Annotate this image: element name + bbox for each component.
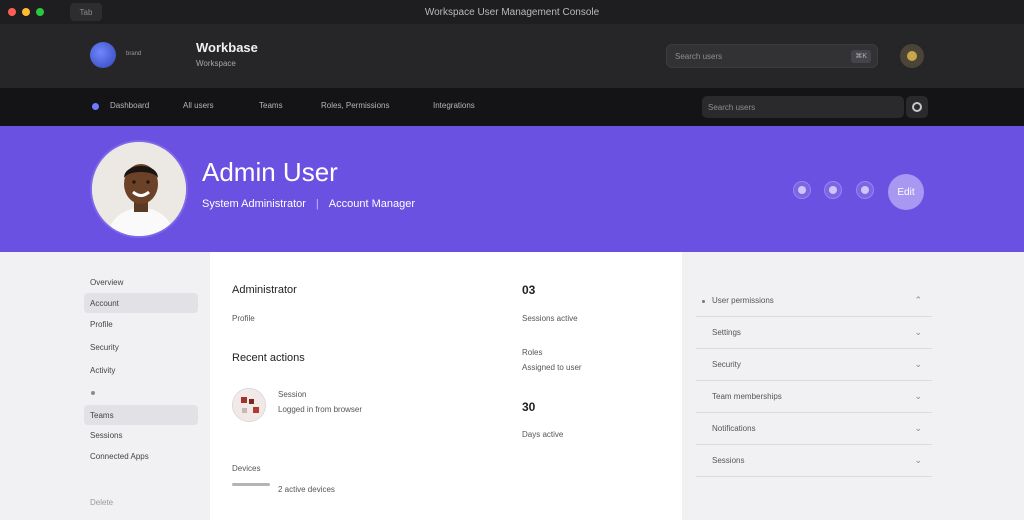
devices-indicator [232,483,270,486]
accordion-row-sessions[interactable]: Sessions ⌄ [696,445,932,477]
activity-thumbnail-icon [234,390,265,421]
details-accordion: User permissions ⌃ Settings ⌄ Security ⌄… [682,252,1024,520]
recent-item-title: Session [278,390,307,399]
sidebar-item-sessions[interactable]: Sessions [84,425,198,445]
sidebar-item-teams[interactable]: Teams [84,405,198,425]
stat-sessions-label: Sessions active [522,314,578,323]
recent-actions-title: Recent actions [232,352,305,364]
stat-roles-sub: Assigned to user [522,363,582,372]
accordion-label: Sessions [712,456,745,465]
accordion-row-notifications[interactable]: Notifications ⌄ [696,413,932,445]
traffic-lights [8,8,44,16]
profile-status-icon[interactable] [793,181,811,199]
accordion-row-permissions[interactable]: User permissions ⌃ [696,285,932,317]
header-search-input[interactable]: Search users ⌘K [666,44,878,68]
main-navbar: Dashboard All users Teams Roles, Permiss… [0,88,1024,126]
devices-subtitle: 2 active devices [278,485,335,494]
app-logo-icon [90,42,116,68]
activity-thumbnail[interactable] [232,388,266,422]
window-titlebar: Tab Workspace User Management Console [0,0,1024,24]
stat-days-value: 30 [522,400,536,414]
nav-item-teams[interactable]: Teams [259,101,283,110]
role-separator: | [315,198,319,210]
maximize-window-button[interactable] [36,8,44,16]
person-portrait-icon [92,142,186,236]
accordion-row-settings[interactable]: Settings ⌄ [696,317,932,349]
profile-avatar[interactable] [90,140,188,238]
sidebar-item-account[interactable]: Account [84,293,198,313]
accordion-label: Notifications [712,424,756,433]
minimize-window-button[interactable] [22,8,30,16]
refresh-icon[interactable] [906,96,928,118]
app-header: brand Workbase Workspace Search users ⌘K [0,24,1024,88]
sidebar-toggle-button[interactable]: Tab [70,3,102,21]
profile-edit-button[interactable]: Edit [888,174,924,210]
stat-roles-label: Roles [522,348,543,357]
nav-home-icon[interactable] [92,103,99,110]
app-subtitle: Workspace [196,59,236,68]
accordion-label: Team memberships [712,392,782,401]
stat-sessions-value: 03 [522,283,536,297]
accordion-row-teams[interactable]: Team memberships ⌄ [696,381,932,413]
accordion-label: Security [712,360,741,369]
sidebar-item-connected-apps[interactable]: Connected Apps [84,446,198,466]
nav-item-dashboard[interactable]: Dashboard [110,101,149,110]
app-name[interactable]: Workbase [196,40,258,55]
profile-roles: System Administrator | Account Manager [202,198,415,210]
window-title: Workspace User Management Console [424,6,600,18]
profile-message-icon[interactable] [824,181,842,199]
nav-search-placeholder: Search users [708,102,756,112]
sidebar-item-overview[interactable]: Overview [84,272,198,292]
sidebar-bullet [91,391,95,395]
nav-item-roles[interactable]: Roles, Permissions [321,101,389,110]
accordion-label: User permissions [712,296,774,305]
chevron-down-icon: ⌄ [914,359,922,369]
accordion-row-security[interactable]: Security ⌄ [696,349,932,381]
chevron-up-icon: ⌃ [914,295,922,305]
sidebar-item-delete[interactable]: Delete [84,492,198,512]
profile-name: Admin User [202,157,338,187]
section-subtitle: Profile [232,314,255,323]
user-avatar-icon[interactable] [900,44,924,68]
chevron-down-icon: ⌄ [914,327,922,337]
stat-days-label: Days active [522,430,564,439]
nav-search-input[interactable]: Search users [702,96,904,118]
profile-role: System Administrator [202,198,306,210]
profile-main-panel: Administrator Profile Recent actions Ses… [210,252,682,520]
accordion-bullet [702,300,705,303]
nav-item-all-users[interactable]: All users [183,101,214,110]
profile-secondary-role: Account Manager [328,198,415,210]
section-title: Administrator [232,284,297,296]
devices-title: Devices [232,464,261,473]
close-window-button[interactable] [8,8,16,16]
profile-share-icon[interactable] [856,181,874,199]
chevron-down-icon: ⌄ [914,391,922,401]
header-search-placeholder: Search users [675,51,723,61]
profile-hero: Admin User System Administrator | Accoun… [0,126,1024,252]
sidebar-item-security[interactable]: Security [84,337,198,357]
brand-small-label: brand [126,51,142,57]
sidebar-item-profile[interactable]: Profile [84,314,198,334]
chevron-down-icon: ⌄ [914,423,922,433]
nav-item-integrations[interactable]: Integrations [433,101,475,110]
sidebar-item-activity[interactable]: Activity [84,360,198,380]
search-shortcut-badge: ⌘K [851,50,871,63]
chevron-down-icon: ⌄ [914,455,922,465]
accordion-label: Settings [712,328,741,337]
recent-item-subtitle: Logged in from browser [278,405,363,414]
